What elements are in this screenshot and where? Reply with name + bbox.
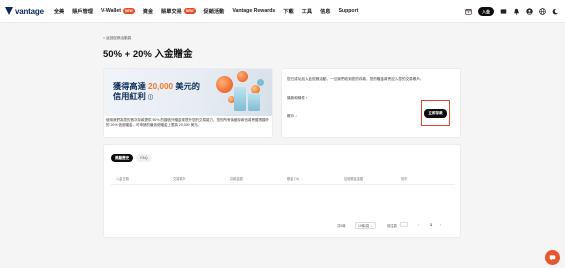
nav-item-label: V-Wallet bbox=[101, 8, 121, 14]
nav-item-label: 工具 bbox=[301, 8, 313, 15]
breadcrumb[interactable]: < 返回促銷活動頁 bbox=[103, 36, 131, 41]
banner-headline-amount: 20,000 bbox=[148, 82, 174, 91]
nav-item-label: 促銷活動 bbox=[203, 8, 225, 15]
bell-icon[interactable] bbox=[513, 8, 520, 15]
nav-item-support[interactable]: Support bbox=[338, 8, 358, 14]
user-icon[interactable] bbox=[526, 8, 533, 15]
chat-icon bbox=[549, 255, 556, 261]
new-badge: NEW bbox=[122, 8, 135, 14]
column-header: 贈金 (%) bbox=[287, 177, 300, 181]
nav-menu: 全美 賬戶管理 V-Wallet NEW 資金 賬單交易 NEW 促銷活動 Vant… bbox=[54, 8, 359, 15]
top-nav: vantage 全美 賬戶管理 V-Wallet NEW 資金 賬單交易 NEW 促… bbox=[0, 0, 565, 23]
next-page-icon[interactable]: › bbox=[440, 223, 441, 227]
nav-item-label: 賬戶管理 bbox=[72, 8, 93, 15]
nav-item-label: Support bbox=[338, 8, 359, 14]
promo-banner-card: 獲得高達 20,000 美元的 信用紅利 ⓘ 使用我們為您的首次存款提供 50%… bbox=[103, 68, 273, 138]
rewards-table-card: 獎勵歷史 FAQ 入金日期 交易帳戶 存款金額 贈金 (%) 信用贈金金額 幣市… bbox=[103, 144, 461, 238]
prev-page-icon[interactable]: ‹ bbox=[418, 223, 419, 227]
deposit-now-button[interactable]: 立即存款 bbox=[424, 109, 447, 118]
terms-link[interactable]: 條款和條件 › bbox=[287, 96, 307, 101]
goto-page-input[interactable] bbox=[400, 222, 408, 227]
pagination: 共0條 10條/頁 ⌄ 前往頁 ‹ 1 › bbox=[104, 222, 462, 229]
nav-item-label: 全美 bbox=[53, 8, 65, 15]
nav-item-home[interactable]: 全美 bbox=[54, 8, 64, 15]
table-header: 入金日期 交易帳戶 存款金額 贈金 (%) 信用贈金金額 幣市 bbox=[116, 176, 452, 182]
banner-headline-pre: 獲得高達 bbox=[113, 82, 146, 91]
column-header: 幣市 bbox=[401, 177, 408, 181]
banner-headline-post: 美元的 bbox=[175, 82, 200, 91]
page-title: 50% + 20% 入金贈金 bbox=[103, 49, 193, 60]
tabs: 獎勵歷史 FAQ bbox=[111, 154, 152, 162]
globe-icon[interactable] bbox=[539, 8, 546, 15]
nav-item-label: 信息 bbox=[320, 8, 331, 15]
nav-item-label: 資金 bbox=[142, 8, 154, 15]
tab-reward-history[interactable]: 獎勵歷史 bbox=[111, 154, 134, 162]
vantage-logo[interactable]: vantage bbox=[5, 7, 44, 16]
column-header: 存款金額 bbox=[230, 177, 243, 181]
account-label[interactable]: 帳戶 ↓ bbox=[287, 114, 297, 119]
promo-banner: 獲得高達 20,000 美元的 信用紅利 ⓘ bbox=[104, 69, 272, 116]
new-badge: NEW bbox=[183, 8, 196, 14]
nav-item-v-wallet[interactable]: V-Wallet NEW bbox=[101, 8, 135, 14]
goto-label: 前往頁 bbox=[387, 224, 397, 228]
nav-item-copy-trading[interactable]: 賬單交易 NEW bbox=[161, 8, 196, 15]
wallet-icon[interactable] bbox=[500, 8, 507, 15]
nav-item-promotions[interactable]: 促銷活動 bbox=[204, 8, 225, 15]
divider bbox=[111, 184, 455, 185]
column-header: 信用贈金金額 bbox=[344, 177, 364, 181]
nav-right-actions: 入金 bbox=[465, 0, 559, 23]
chat-support-button[interactable] bbox=[545, 250, 560, 265]
nav-item-download[interactable]: 下載 bbox=[283, 8, 293, 15]
nav-item-label: 賬單交易 bbox=[161, 8, 182, 15]
banner-headline: 獲得高達 20,000 美元的 信用紅利 ⓘ bbox=[113, 82, 213, 103]
tab-faq[interactable]: FAQ bbox=[136, 154, 152, 162]
theme-toggle-icon[interactable] bbox=[552, 8, 559, 15]
current-page[interactable]: 1 bbox=[430, 223, 432, 227]
total-count: 共0條 bbox=[337, 224, 346, 228]
calendar-icon[interactable] bbox=[465, 8, 472, 15]
nav-item-account-management[interactable]: 賬戶管理 bbox=[72, 8, 93, 15]
promo-status-text: 您已成功加入此促銷活動，一旦我們收到您的存款，您的贈金將會記入您的交易帳戶。 bbox=[287, 77, 424, 81]
nav-item-funds[interactable]: 資金 bbox=[143, 8, 153, 15]
nav-item-tools[interactable]: 工具 bbox=[302, 8, 312, 15]
nav-item-vantage-rewards[interactable]: Vantage Rewards bbox=[232, 8, 275, 14]
vantage-logo-mark bbox=[5, 7, 14, 15]
column-header: 交易帳戶 bbox=[173, 177, 186, 181]
info-icon[interactable]: ⓘ bbox=[148, 95, 153, 101]
promo-join-card: 您已成功加入此促銷活動，一旦我們收到您的存款，您的贈金將會記入您的交易帳戶。 條… bbox=[281, 68, 461, 138]
column-header: 入金日期 bbox=[116, 177, 129, 181]
deposit-button[interactable]: 入金 bbox=[478, 7, 494, 16]
nav-item-label: 下載 bbox=[283, 8, 294, 15]
promo-description: 使用我們為您的首次存款提供 50% 的額信外贈金來提升您的交易能力，您的所有後續… bbox=[106, 118, 269, 128]
nav-item-label: Vantage Rewards bbox=[232, 8, 276, 14]
logo-text: vantage bbox=[15, 6, 44, 16]
page-size-select[interactable]: 10條/頁 ⌄ bbox=[355, 222, 376, 229]
nav-item-info[interactable]: 信息 bbox=[320, 8, 330, 15]
banner-headline-line2: 信用紅利 bbox=[113, 92, 146, 101]
